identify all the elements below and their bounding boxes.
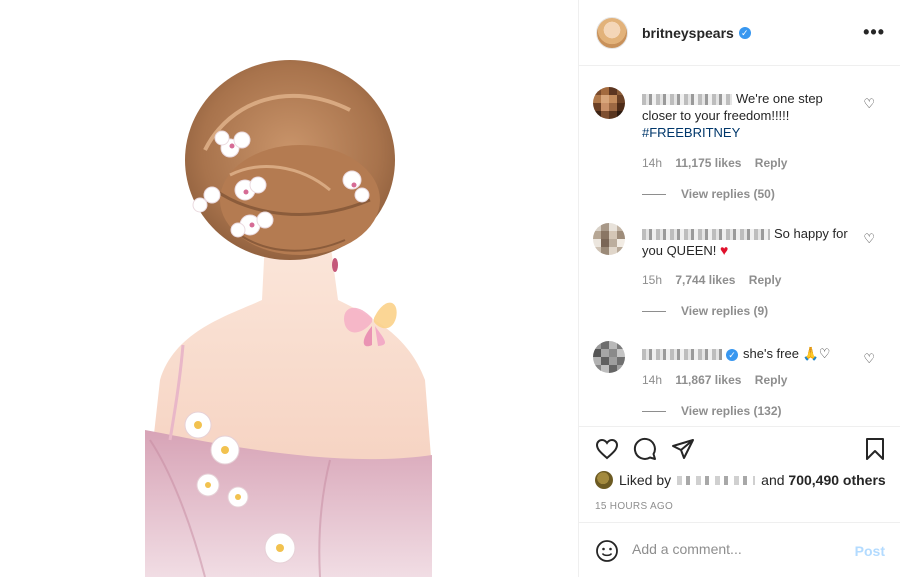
commenter-name-redacted[interactable] — [642, 349, 722, 361]
view-replies-button[interactable]: View replies (132) — [642, 404, 782, 418]
heart-icon[interactable] — [595, 437, 619, 461]
view-replies-label: View replies (50) — [681, 187, 775, 201]
bookmark-icon[interactable] — [863, 437, 887, 461]
comments-list: We're one step closer to your freedom!!!… — [579, 67, 900, 426]
share-icon[interactable] — [671, 437, 695, 461]
commenter-avatar[interactable] — [593, 341, 625, 373]
emoji-icon[interactable] — [595, 539, 619, 563]
comment-likes[interactable]: 11,175 likes — [675, 156, 741, 170]
author-username[interactable]: britneyspears — [642, 25, 734, 41]
comment-text: ✓ she's free 🙏♡ — [642, 345, 857, 362]
post-header: britneyspears ✓ ••• — [579, 0, 900, 66]
like-comment-icon[interactable]: ♡ — [863, 96, 875, 112]
red-heart-icon: ♥ — [720, 242, 729, 258]
view-replies-label: View replies (9) — [681, 304, 769, 318]
liker-avatar[interactable] — [595, 471, 613, 489]
comment-time: 15h — [642, 273, 663, 287]
verified-badge-icon: ✓ — [726, 349, 738, 361]
comment-input[interactable] — [632, 541, 832, 557]
post-image[interactable] — [0, 0, 578, 577]
comment-time: 14h — [642, 373, 663, 387]
post-actions — [579, 426, 900, 470]
likes-count[interactable]: 700,490 others — [788, 472, 885, 488]
comment-time: 14h — [642, 156, 663, 170]
add-comment-bar: Post — [579, 522, 900, 577]
post-timestamp[interactable]: 15 HOURS AGO — [595, 501, 673, 512]
divider-line — [642, 410, 666, 412]
comment-text: So happy for you QUEEN! ♥ — [642, 225, 857, 259]
like-comment-icon[interactable]: ♡ — [863, 351, 875, 367]
comment-body: she's free 🙏♡ — [743, 346, 831, 361]
commenter-name-redacted[interactable] — [642, 229, 770, 241]
liked-by-label: Liked by — [619, 472, 672, 488]
author-avatar[interactable] — [596, 16, 628, 49]
like-comment-icon[interactable]: ♡ — [863, 231, 875, 247]
divider-line — [642, 193, 666, 195]
view-replies-label: View replies (132) — [681, 404, 782, 418]
more-options-icon[interactable]: ••• — [863, 22, 885, 43]
comment-likes[interactable]: 7,744 likes — [675, 273, 735, 287]
reply-button[interactable]: Reply — [749, 273, 782, 287]
view-replies-button[interactable]: View replies (9) — [642, 304, 768, 318]
pixelated-avatar-icon — [593, 87, 625, 119]
comment-text: We're one step closer to your freedom!!!… — [642, 90, 857, 141]
commenter-avatar[interactable] — [593, 223, 625, 255]
comment-meta: 14h 11,175 likes Reply — [642, 156, 797, 170]
view-replies-button[interactable]: View replies (50) — [642, 187, 775, 201]
illustration-girl-back — [145, 0, 435, 577]
liker-name-redacted[interactable] — [677, 475, 756, 485]
comment-likes[interactable]: 11,867 likes — [675, 373, 741, 387]
pixelated-avatar-icon — [593, 223, 625, 255]
pixelated-avatar-icon — [593, 341, 625, 373]
comment-icon[interactable] — [633, 437, 657, 461]
verified-badge-icon: ✓ — [738, 26, 751, 39]
commenter-avatar[interactable] — [593, 87, 625, 119]
commenter-name-redacted[interactable] — [642, 94, 732, 106]
liked-by: Liked by and 700,490 others — [595, 470, 886, 490]
hashtag-link[interactable]: #FREEBRITNEY — [642, 125, 740, 140]
comment-meta: 14h 11,867 likes Reply — [642, 373, 797, 387]
divider-line — [642, 310, 666, 312]
reply-button[interactable]: Reply — [755, 156, 788, 170]
and-label: and — [761, 472, 785, 488]
comment-meta: 15h 7,744 likes Reply — [642, 273, 791, 287]
post-button[interactable]: Post — [855, 543, 885, 559]
reply-button[interactable]: Reply — [755, 373, 788, 387]
post-panel: britneyspears ✓ ••• We're one step close… — [578, 0, 900, 577]
